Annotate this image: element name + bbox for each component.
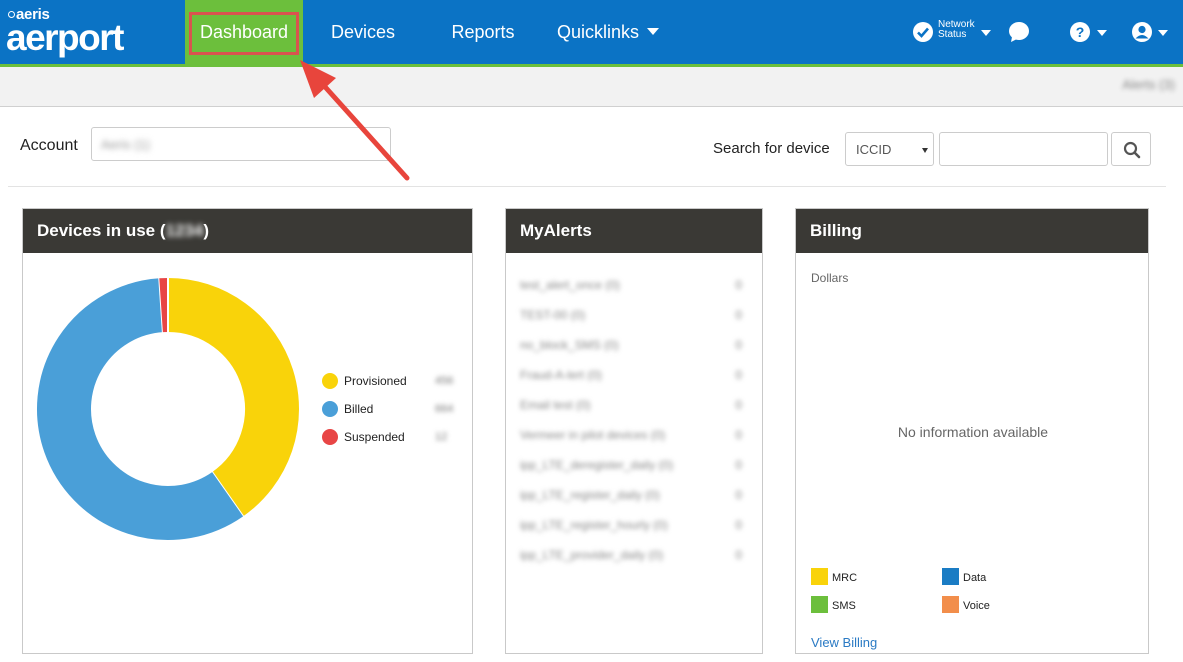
legend-item-suspended[interactable]: Suspended [322, 429, 405, 445]
billing-legend-sms: SMS [811, 596, 856, 613]
account-select[interactable]: Aeris (1) [91, 127, 391, 161]
alert-count: 0 [735, 548, 742, 562]
alert-label: ipp_LTE_deregister_daily (0) [520, 458, 674, 472]
billing-legend-data: Data [942, 568, 986, 585]
billing-legend-label: Data [963, 572, 987, 584]
alert-item[interactable]: ipp_LTE_provider_daily (0) 0 [520, 548, 748, 562]
alert-item[interactable]: TEST-00 (0) 0 [520, 308, 748, 322]
search-type-value: ICCID [856, 142, 892, 157]
legend-swatch [942, 568, 959, 585]
alert-item[interactable]: no_block_SMS (0) 0 [520, 338, 748, 352]
dropdown-arrow-icon [922, 148, 928, 153]
nav-devices[interactable]: Devices [318, 0, 408, 64]
devices-title-suffix: ) [203, 221, 210, 240]
billing-unit-label: Dollars [811, 271, 849, 285]
alert-item[interactable]: Vermeer in pilot devices (0) 0 [520, 428, 748, 442]
legend-swatch [811, 596, 828, 613]
legend-label: Billed [344, 402, 374, 416]
donut-slice-provisioned[interactable] [167, 278, 299, 517]
devices-title-prefix: Devices in use ( [37, 221, 166, 240]
billing-legend-label: MRC [832, 572, 858, 584]
billing-legend-label: SMS [832, 600, 856, 612]
sub-toolbar: Alerts (3) [0, 67, 1183, 107]
account-label: Account [20, 137, 78, 154]
alert-count: 0 [735, 278, 742, 292]
legend-item-provisioned[interactable]: Provisioned [322, 373, 407, 389]
alert-item[interactable]: Email test (0) 0 [520, 398, 748, 412]
alert-label: ipp_LTE_provider_daily (0) [520, 548, 664, 562]
alert-count: 0 [735, 308, 742, 322]
alert-label: Fraud-A-lert (0) [520, 368, 603, 382]
user-account-icon[interactable] [1131, 21, 1153, 43]
alert-item[interactable]: test_alert_once (0) 0 [520, 278, 748, 292]
legend-value: 456 [435, 375, 454, 387]
alert-count: 0 [735, 458, 742, 472]
device-search-input[interactable] [939, 132, 1108, 166]
alert-label: Vermeer in pilot devices (0) [520, 428, 666, 442]
help-icon[interactable]: ? [1069, 21, 1091, 43]
view-billing-link[interactable]: View Billing [811, 635, 877, 650]
legend-value: 664 [435, 403, 454, 415]
nav-quicklinks[interactable]: Quicklinks [550, 0, 666, 64]
alert-label: TEST-00 (0) [520, 308, 586, 322]
alert-label: ipp_LTE_register_daily (0) [520, 488, 660, 502]
myalerts-panel: MyAlerts test_alert_once (0) 0 TEST-00 (0)… [505, 208, 763, 654]
aerport-logo[interactable]: aerport [6, 16, 124, 60]
devices-donut-chart [37, 277, 299, 540]
alert-label: test_alert_once (0) [520, 278, 621, 292]
search-type-select[interactable]: ICCID [845, 132, 934, 166]
alert-item[interactable]: ipp_LTE_register_hourly (0) 0 [520, 518, 748, 532]
chevron-down-icon[interactable] [1097, 30, 1107, 36]
devices-panel-title: Devices in use (1234) [23, 209, 472, 253]
legend-label: Suspended [344, 430, 405, 444]
alert-item[interactable]: ipp_LTE_register_daily (0) 0 [520, 488, 748, 502]
alert-count: 0 [735, 428, 742, 442]
alert-item[interactable]: ipp_LTE_deregister_daily (0) 0 [520, 458, 748, 472]
legend-label: Provisioned [344, 374, 407, 388]
check-circle-icon[interactable] [912, 21, 934, 43]
billing-panel-title: Billing [796, 209, 1148, 253]
myalerts-panel-title: MyAlerts [506, 209, 762, 253]
devices-title-count: 1234 [165, 221, 204, 240]
alert-label: ipp_LTE_register_hourly (0) [520, 518, 668, 532]
network-status[interactable]: Network Status [938, 20, 975, 40]
alerts-button[interactable]: Alerts (3) [1122, 77, 1175, 92]
alert-label: no_block_SMS (0) [520, 338, 619, 352]
legend-dot [322, 429, 338, 445]
chevron-down-icon[interactable] [1158, 30, 1168, 36]
legend-value: 12 [435, 431, 448, 443]
alert-count: 0 [735, 398, 742, 412]
nav-reports[interactable]: Reports [440, 0, 526, 64]
alert-label: Email test (0) [520, 398, 591, 412]
alert-count: 0 [735, 338, 742, 352]
nav-quicklinks-label: Quicklinks [556, 22, 640, 42]
network-status-line2: Status [938, 29, 967, 40]
search-icon [1123, 141, 1141, 159]
alert-item[interactable]: Fraud-A-lert (0) 0 [520, 368, 748, 382]
alert-count: 0 [735, 518, 742, 532]
billing-legend-voice: Voice [942, 596, 990, 613]
billing-panel: Billing Dollars No information available… [795, 208, 1149, 654]
legend-dot [322, 373, 338, 389]
chevron-down-icon[interactable] [981, 30, 991, 36]
devices-in-use-panel: Devices in use (1234) Provisioned 456 Bill… [22, 208, 473, 654]
legend-swatch [811, 568, 828, 585]
alert-count: 0 [735, 488, 742, 502]
billing-legend-mrc: MRC [811, 568, 857, 585]
account-value: Aeris (1) [101, 137, 151, 152]
alert-count: 0 [735, 368, 742, 382]
chat-bubble-icon[interactable] [1008, 21, 1030, 43]
chevron-down-icon [647, 28, 660, 35]
legend-swatch [942, 596, 959, 613]
highlight-box [189, 12, 299, 55]
section-divider [8, 186, 1166, 187]
search-label: Search for device [713, 140, 830, 157]
legend-dot [322, 401, 338, 417]
legend-item-billed[interactable]: Billed [322, 401, 373, 417]
search-button[interactable] [1111, 132, 1151, 166]
billing-empty-message: No information available [897, 424, 1049, 440]
svg-text:?: ? [1076, 24, 1085, 40]
billing-legend-label: Voice [963, 600, 990, 612]
